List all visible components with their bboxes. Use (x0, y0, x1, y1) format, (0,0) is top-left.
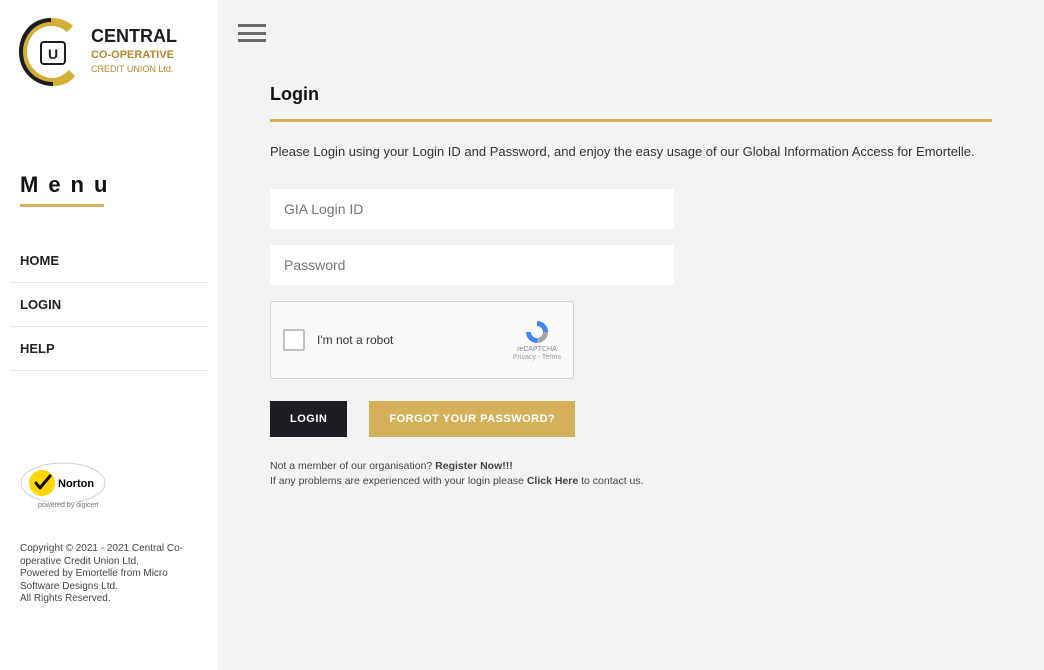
svg-text:U: U (48, 46, 58, 62)
brand-name-mid: CO-OPERATIVE (91, 49, 174, 61)
recaptcha-brand: reCAPTCHA (517, 346, 557, 354)
sidebar: U CENTRAL CO-OPERATIVE CREDIT UNION Ltd.… (0, 0, 218, 670)
recaptcha-icon (524, 319, 550, 345)
brand-logo: U CENTRAL CO-OPERATIVE CREDIT UNION Ltd. (11, 12, 207, 92)
brand-name-bottom: CREDIT UNION Ltd. (91, 64, 173, 74)
help-suffix: to contact us. (578, 475, 643, 487)
help-note: If any problems are experienced with you… (270, 474, 992, 489)
register-prefix: Not a member of our organisation? (270, 460, 435, 472)
register-link[interactable]: Register Now!!! (435, 460, 513, 472)
norton-powered-by: powered by digicert (38, 502, 99, 509)
button-row: LOGIN FORGOT YOUR PASSWORD? (270, 401, 992, 437)
sidebar-footer: Copyright © 2021 - 2021 Central Co-opera… (20, 543, 188, 606)
recaptcha-sublinks: Privacy - Terms (513, 354, 561, 362)
main: Login Please Login using your Login ID a… (218, 0, 1044, 670)
forgot-password-button[interactable]: FORGOT YOUR PASSWORD? (369, 401, 575, 437)
password-input[interactable] (270, 245, 674, 285)
login-id-input[interactable] (270, 189, 674, 229)
brand-logo-svg: U CENTRAL CO-OPERATIVE CREDIT UNION Ltd. (11, 12, 207, 92)
sidebar-item-home[interactable]: HOME (10, 239, 208, 283)
recaptcha-checkbox[interactable] (283, 329, 305, 351)
footer-line-powered: Powered by Emortelle from Micro Software… (20, 568, 188, 593)
norton-label: Norton (58, 478, 94, 490)
menu-heading: Menu (20, 172, 208, 198)
menu-heading-underline (20, 204, 104, 207)
sidebar-item-help[interactable]: HELP (10, 327, 208, 371)
intro-text: Please Login using your Login ID and Pas… (270, 144, 992, 159)
footer-line-rights: All Rights Reserved. (20, 593, 188, 606)
topbar (218, 0, 1044, 60)
brand-name-top: CENTRAL (91, 26, 177, 46)
page-title-underline (270, 119, 992, 122)
hamburger-menu-icon[interactable] (238, 24, 266, 42)
page-title: Login (270, 84, 992, 105)
sidebar-item-login[interactable]: LOGIN (10, 283, 208, 327)
recaptcha-widget: I'm not a robot reCAPTCHA Privacy - Term… (270, 301, 574, 379)
login-button[interactable]: LOGIN (270, 401, 347, 437)
contact-us-link[interactable]: Click Here (527, 475, 578, 487)
recaptcha-logo: reCAPTCHA Privacy - Terms (513, 319, 561, 361)
help-prefix: If any problems are experienced with you… (270, 475, 527, 487)
recaptcha-label: I'm not a robot (317, 333, 513, 347)
footer-line-copyright: Copyright © 2021 - 2021 Central Co-opera… (20, 543, 188, 568)
content: Login Please Login using your Login ID a… (218, 60, 1044, 489)
register-note: Not a member of our organisation? Regist… (270, 459, 992, 474)
norton-seal[interactable]: Norton powered by digicert (20, 461, 106, 511)
